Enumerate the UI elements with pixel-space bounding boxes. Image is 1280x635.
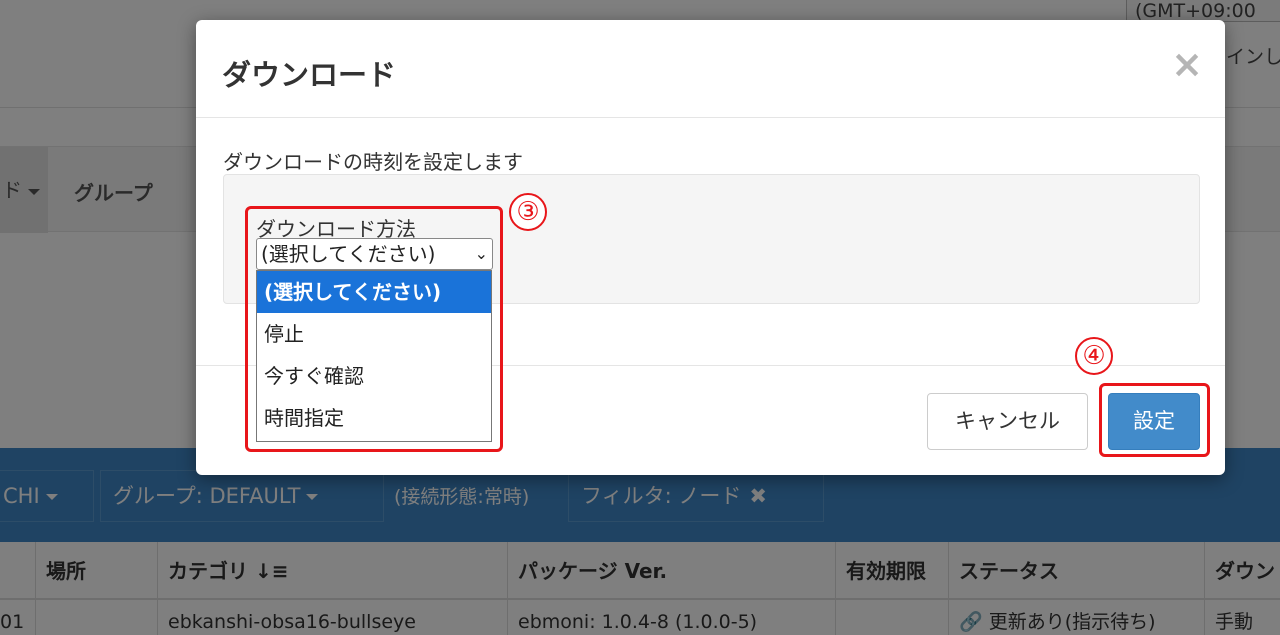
annotation-marker-4: ④ xyxy=(1075,337,1113,375)
close-icon[interactable]: × xyxy=(1170,44,1204,84)
annotation-marker-3: ③ xyxy=(509,193,547,231)
modal-header: ダウンロード × xyxy=(196,20,1225,118)
modal-title: ダウンロード xyxy=(222,58,397,92)
cancel-button[interactable]: キャンセル xyxy=(927,393,1088,450)
modal-description: ダウンロードの時刻を設定します xyxy=(223,150,523,174)
annotation-box-method xyxy=(245,206,503,452)
annotation-box-submit xyxy=(1099,383,1210,457)
